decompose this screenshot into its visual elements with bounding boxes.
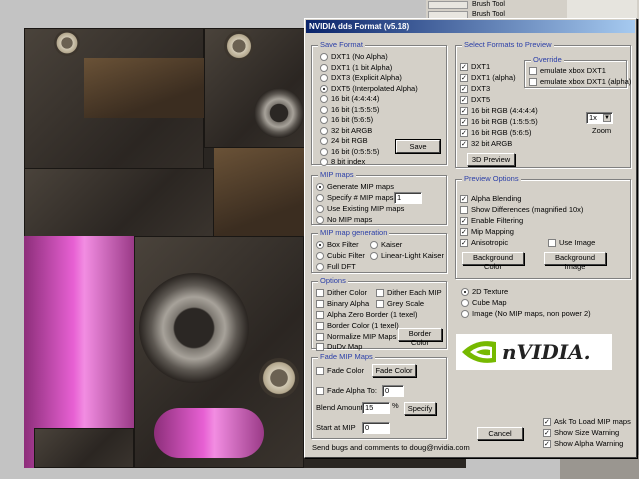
footer-text: Send bugs and comments to doug@nvidia.co… xyxy=(312,443,470,452)
preview-option-checkbox[interactable]: Anisotropic xyxy=(460,238,508,248)
preview-format-checkbox[interactable]: DXT1 (alpha) xyxy=(460,73,516,83)
dialog-title: NVIDIA dds Format (v5.18) xyxy=(309,22,410,31)
preview-format-checkbox[interactable]: 32 bit ARGB xyxy=(460,139,512,149)
filter-option[interactable]: Kaiser xyxy=(370,240,402,250)
preview-option-checkbox[interactable]: Enable Filtering xyxy=(460,216,523,226)
zoom-select[interactable]: 1x ▼ xyxy=(586,112,613,124)
mip-option[interactable]: Generate MIP maps xyxy=(316,182,394,192)
group-title: Preview Options xyxy=(462,174,521,184)
select-formats-group: Select Formats to Preview DXT1 DXT1 (alp… xyxy=(455,40,631,168)
texture-type-option[interactable]: 2D Texture xyxy=(461,287,508,297)
format-option[interactable]: DXT1 (1 bit Alpha) xyxy=(320,63,392,73)
format-option[interactable]: DXT5 (Interpolated Alpha) xyxy=(320,84,418,94)
fade-alpha-input[interactable]: 0 xyxy=(382,385,404,397)
nvidia-wordmark: nVIDIA. xyxy=(502,340,591,364)
option-checkbox[interactable]: Alpha Zero Border (1 texel) xyxy=(316,310,417,320)
mip-option[interactable]: Use Existing MIP maps xyxy=(316,204,404,214)
group-title: Save Format xyxy=(318,40,365,50)
mip-count-input[interactable]: 1 xyxy=(394,192,422,204)
mip-option[interactable]: No MIP maps xyxy=(316,215,372,225)
group-title: MIP maps xyxy=(318,170,356,180)
override-checkbox[interactable]: emulate xbox DXT1 (alpha) xyxy=(529,77,631,87)
option-checkbox[interactable]: Dither Each MIP xyxy=(376,288,442,298)
layer-name: Brush Tool xyxy=(472,11,505,18)
preview-format-checkbox[interactable]: 16 bit RGB (1:5:5:5) xyxy=(460,117,538,127)
preview-option-checkbox[interactable]: Show Differences (magnified 10x) xyxy=(460,205,583,215)
option-checkbox[interactable]: Binary Alpha xyxy=(316,299,369,309)
mip-option[interactable]: Specify # MIP maps xyxy=(316,193,394,203)
border-color-button[interactable]: Border Color xyxy=(398,328,442,347)
options-group: Options Dither Color Dither Each MIP Bin… xyxy=(311,276,447,352)
workspace-panel xyxy=(560,455,639,479)
texture-type-option[interactable]: Cube Map xyxy=(461,298,507,308)
mip-generation-group: MIP map generation Box Filter Kaiser Cub… xyxy=(311,228,447,273)
group-title: Select Formats to Preview xyxy=(462,40,554,50)
override-checkbox[interactable]: emulate xbox DXT1 xyxy=(529,66,606,76)
format-option[interactable]: DXT3 (Explicit Alpha) xyxy=(320,73,402,83)
3d-preview-button[interactable]: 3D Preview xyxy=(467,153,515,166)
option-checkbox[interactable]: Normalize MIP Maps xyxy=(316,332,396,342)
format-option[interactable]: 16 bit (5:6:5) xyxy=(320,115,373,125)
group-title: Options xyxy=(318,276,348,286)
start-mip-input[interactable]: 0 xyxy=(362,422,390,434)
layers-panel: Brush Tool Brush Tool xyxy=(426,0,639,20)
background-image-button[interactable]: Background Image xyxy=(544,252,606,271)
preview-options-group: Preview Options Alpha Blending Show Diff… xyxy=(455,174,631,279)
preview-format-checkbox[interactable]: DXT1 xyxy=(460,62,490,72)
fade-mip-group: Fade MIP Maps Fade Color Fade Color Fade… xyxy=(311,352,447,439)
filter-option[interactable]: Full DFT xyxy=(316,262,356,272)
dialog-titlebar[interactable]: NVIDIA dds Format (v5.18) xyxy=(306,20,635,33)
filter-option[interactable]: Linear-Light Kaiser xyxy=(370,251,444,261)
fade-alpha-checkbox[interactable]: Fade Alpha To: xyxy=(316,386,377,396)
fade-color-button[interactable]: Fade Color xyxy=(372,364,416,377)
preview-format-checkbox[interactable]: 16 bit RGB (5:6:5) xyxy=(460,128,531,138)
format-option[interactable]: 16 bit (0:5:5:5) xyxy=(320,147,379,157)
mip-maps-group: MIP maps Generate MIP maps Specify # MIP… xyxy=(311,170,447,225)
texture-type-option[interactable]: Image (No MIP maps, non power 2) xyxy=(461,309,591,319)
preview-format-checkbox[interactable]: DXT3 xyxy=(460,84,490,94)
format-option[interactable]: DXT1 (No Alpha) xyxy=(320,52,388,62)
layers-panel-area xyxy=(567,0,637,20)
background-color-button[interactable]: Background Color xyxy=(462,252,524,271)
dds-export-dialog: NVIDIA dds Format (v5.18) Save Format DX… xyxy=(304,18,637,458)
fade-color-checkbox[interactable]: Fade Color xyxy=(316,366,364,376)
option-checkbox[interactable]: Grey Scale xyxy=(376,299,424,309)
zoom-label: Zoom xyxy=(592,126,612,135)
override-group: Override emulate xbox DXT1 emulate xbox … xyxy=(524,55,631,88)
preview-format-checkbox[interactable]: DXT5 xyxy=(460,95,490,105)
ask-option-checkbox[interactable]: Ask To Load MIP maps xyxy=(543,417,631,427)
group-title: MIP map generation xyxy=(318,228,390,238)
blend-amount-input[interactable]: 15 xyxy=(362,402,390,414)
group-title: Override xyxy=(531,55,564,65)
nvidia-logo: nVIDIA. xyxy=(456,334,612,370)
option-checkbox[interactable]: Dither Color xyxy=(316,288,367,298)
start-mip-label: Start at MIP xyxy=(316,423,356,432)
layer-name: Brush Tool xyxy=(472,1,505,8)
format-option[interactable]: 8 bit index xyxy=(320,157,365,167)
format-option[interactable]: 32 bit ARGB xyxy=(320,126,372,136)
group-title: Fade MIP Maps xyxy=(318,352,375,362)
format-option[interactable]: 16 bit (1:5:5:5) xyxy=(320,105,379,115)
layer-thumbnail xyxy=(428,1,468,9)
blend-amount-label: Blend Amount xyxy=(316,403,363,412)
filter-option[interactable]: Cubic Filter xyxy=(316,251,365,261)
format-option[interactable]: 24 bit RGB xyxy=(320,136,368,146)
preview-format-checkbox[interactable]: 16 bit RGB (4:4:4:4) xyxy=(460,106,538,116)
cancel-button[interactable]: Cancel xyxy=(477,427,523,440)
specify-button[interactable]: Specify xyxy=(404,402,436,415)
save-button[interactable]: Save xyxy=(395,139,441,154)
preview-option-checkbox[interactable]: Mip Mapping xyxy=(460,227,514,237)
ask-option-checkbox[interactable]: Show Size Warning xyxy=(543,428,619,438)
save-format-group: Save Format DXT1 (No Alpha) DXT1 (1 bit … xyxy=(311,40,447,167)
format-option[interactable]: 16 bit (4:4:4:4) xyxy=(320,94,379,104)
chevron-down-icon[interactable]: ▼ xyxy=(603,114,611,122)
option-checkbox[interactable]: Border Color (1 texel) xyxy=(316,321,399,331)
option-checkbox[interactable]: DuDv Map xyxy=(316,342,362,352)
percent-label: % xyxy=(392,401,399,410)
preview-option-checkbox[interactable]: Alpha Blending xyxy=(460,194,521,204)
ask-option-checkbox[interactable]: Show Alpha Warning xyxy=(543,439,623,449)
use-image-checkbox[interactable]: Use Image xyxy=(548,238,595,248)
filter-option[interactable]: Box Filter xyxy=(316,240,359,250)
